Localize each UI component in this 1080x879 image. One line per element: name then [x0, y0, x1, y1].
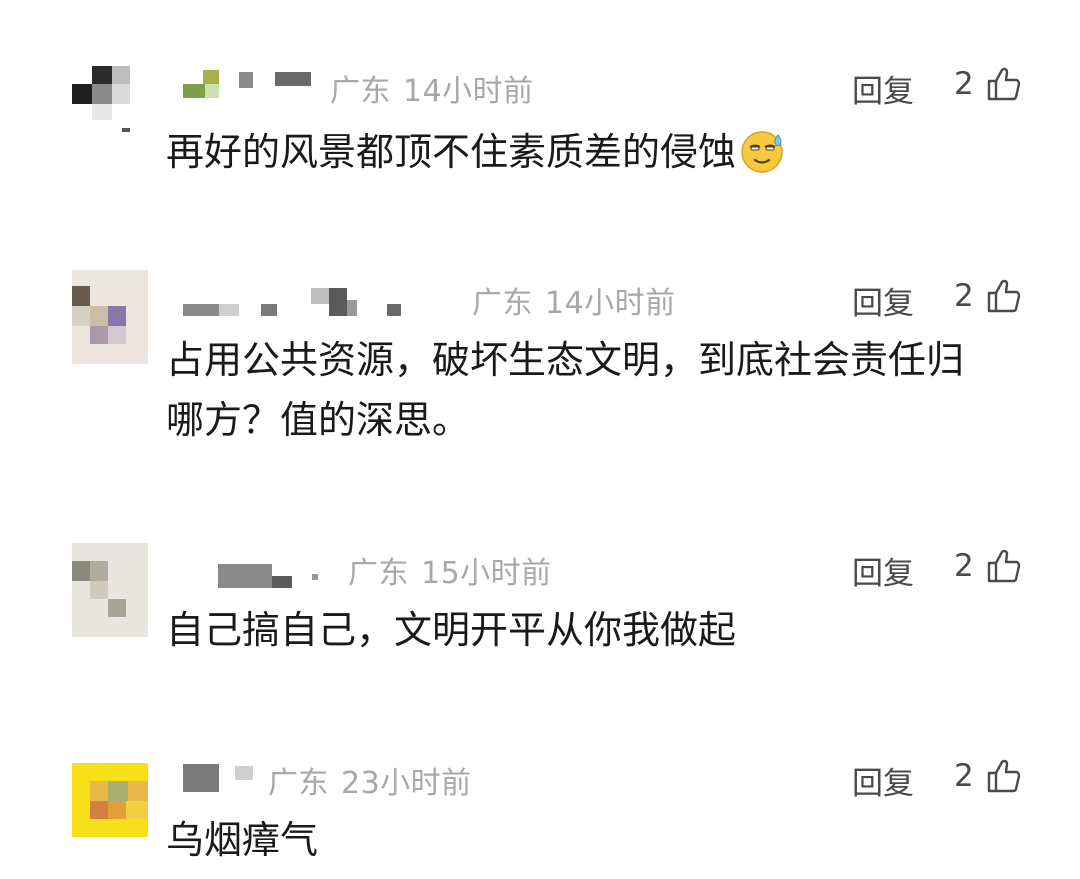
reply-button[interactable]: 回复	[852, 66, 914, 111]
comment-meta: 广东 23小时前	[268, 758, 484, 802]
avatar[interactable]	[72, 763, 148, 857]
like-count: 2	[954, 548, 974, 584]
comment-text-body: 再好的风景都顶不住素质差的侵蚀	[166, 130, 737, 174]
thumbs-up-icon[interactable]	[986, 278, 1022, 314]
like-count: 2	[954, 66, 974, 102]
username[interactable]	[218, 562, 338, 588]
reply-button[interactable]: 回复	[852, 548, 914, 593]
avatar[interactable]	[72, 270, 148, 364]
timestamp: 14小时前	[403, 74, 534, 109]
thumbs-up-icon[interactable]	[986, 758, 1022, 794]
comment-meta: 广东 14小时前	[472, 278, 688, 322]
sweat-smile-emoji	[741, 131, 783, 173]
comment-text: 乌烟瘴气	[166, 818, 319, 862]
comment-meta: 广东 14小时前	[330, 66, 546, 110]
comment-text: 自己搞自己，文明开平从你我做起	[166, 608, 737, 652]
location-label: 广东	[348, 556, 409, 591]
location-label: 广东	[472, 286, 533, 321]
avatar[interactable]	[72, 543, 148, 637]
username[interactable]	[183, 764, 263, 792]
comment-text: 占用公共资源，破坏生态文明，到底社会责任归哪方？值的深思。	[166, 338, 965, 442]
like-count: 2	[954, 278, 974, 314]
timestamp: 15小时前	[421, 556, 552, 591]
reply-button[interactable]: 回复	[852, 758, 914, 803]
thumbs-up-icon[interactable]	[986, 66, 1022, 102]
comment-text: 再好的风景都顶不住素质差的侵蚀	[166, 122, 1026, 182]
like-count: 2	[954, 758, 974, 794]
reply-button[interactable]: 回复	[852, 278, 914, 323]
avatar[interactable]	[72, 62, 148, 156]
comment-meta: 广东 15小时前	[348, 548, 564, 592]
username[interactable]	[183, 70, 323, 98]
thumbs-up-icon[interactable]	[986, 548, 1022, 584]
timestamp: 14小时前	[545, 286, 676, 321]
username[interactable]	[183, 288, 403, 316]
location-label: 广东	[330, 74, 391, 109]
timestamp: 23小时前	[341, 766, 472, 801]
location-label: 广东	[268, 766, 329, 801]
